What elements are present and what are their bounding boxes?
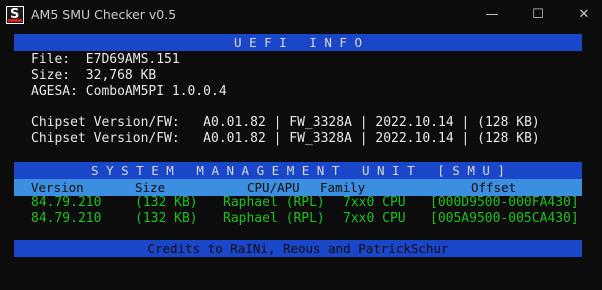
smu-size-cell: (132 KB) [135,211,198,226]
smu-family-cell: 7xx0 CPU [343,211,406,226]
title-bar: S AM5 SMU Checker v0.5 — ☐ ✕ [0,0,602,31]
maximize-button[interactable]: ☐ [528,7,548,23]
column-header-cpu-apu: CPU/APU [247,180,300,195]
smu-offset-cell: [005A9500-005CA430] [430,211,579,226]
uefi-size-line: Size: 32,768 KB [31,68,157,83]
uefi-info-header: U E F I I N F O [14,34,582,51]
close-button[interactable]: ✕ [574,7,594,23]
chipset-version-line: Chipset Version/FW: A0.01.82 | FW_3328A … [31,131,540,146]
smu-cpu-cell: Raphael (RPL) [223,211,325,226]
column-header-size: Size [135,180,166,195]
app-icon: S [6,6,24,24]
column-header-version: Version [31,180,84,195]
uefi-file-line: File: E7D69AMS.151 [31,52,180,67]
smu-family-cell: 7xx0 CPU [343,195,406,210]
smu-size-cell: (132 KB) [135,195,198,210]
smu-cpu-cell: Raphael (RPL) [223,195,325,210]
uefi-agesa-line: AGESA: ComboAM5PI 1.0.0.4 [31,84,227,99]
credits-bar: Credits to RaINi, Reous and PatrickSchur [14,240,582,257]
smu-offset-cell: [000D9500-000FA430] [430,195,579,210]
console-area: U E F I I N F O File: E7D69AMS.151 Size:… [0,31,602,290]
column-header-offset: Offset [471,180,517,195]
app-icon-bar [8,19,22,22]
window-title: AM5 SMU Checker v0.5 [31,7,177,22]
column-header-family: Family [320,180,366,195]
smu-version-cell: 84.79.210 [31,211,102,226]
chipset-version-line: Chipset Version/FW: A0.01.82 | FW_3328A … [31,115,540,130]
minimize-button[interactable]: — [482,7,502,23]
smu-version-cell: 84.79.210 [31,195,102,210]
smu-header: S Y S T E M M A N A G E M E N T U N I T … [14,162,582,179]
